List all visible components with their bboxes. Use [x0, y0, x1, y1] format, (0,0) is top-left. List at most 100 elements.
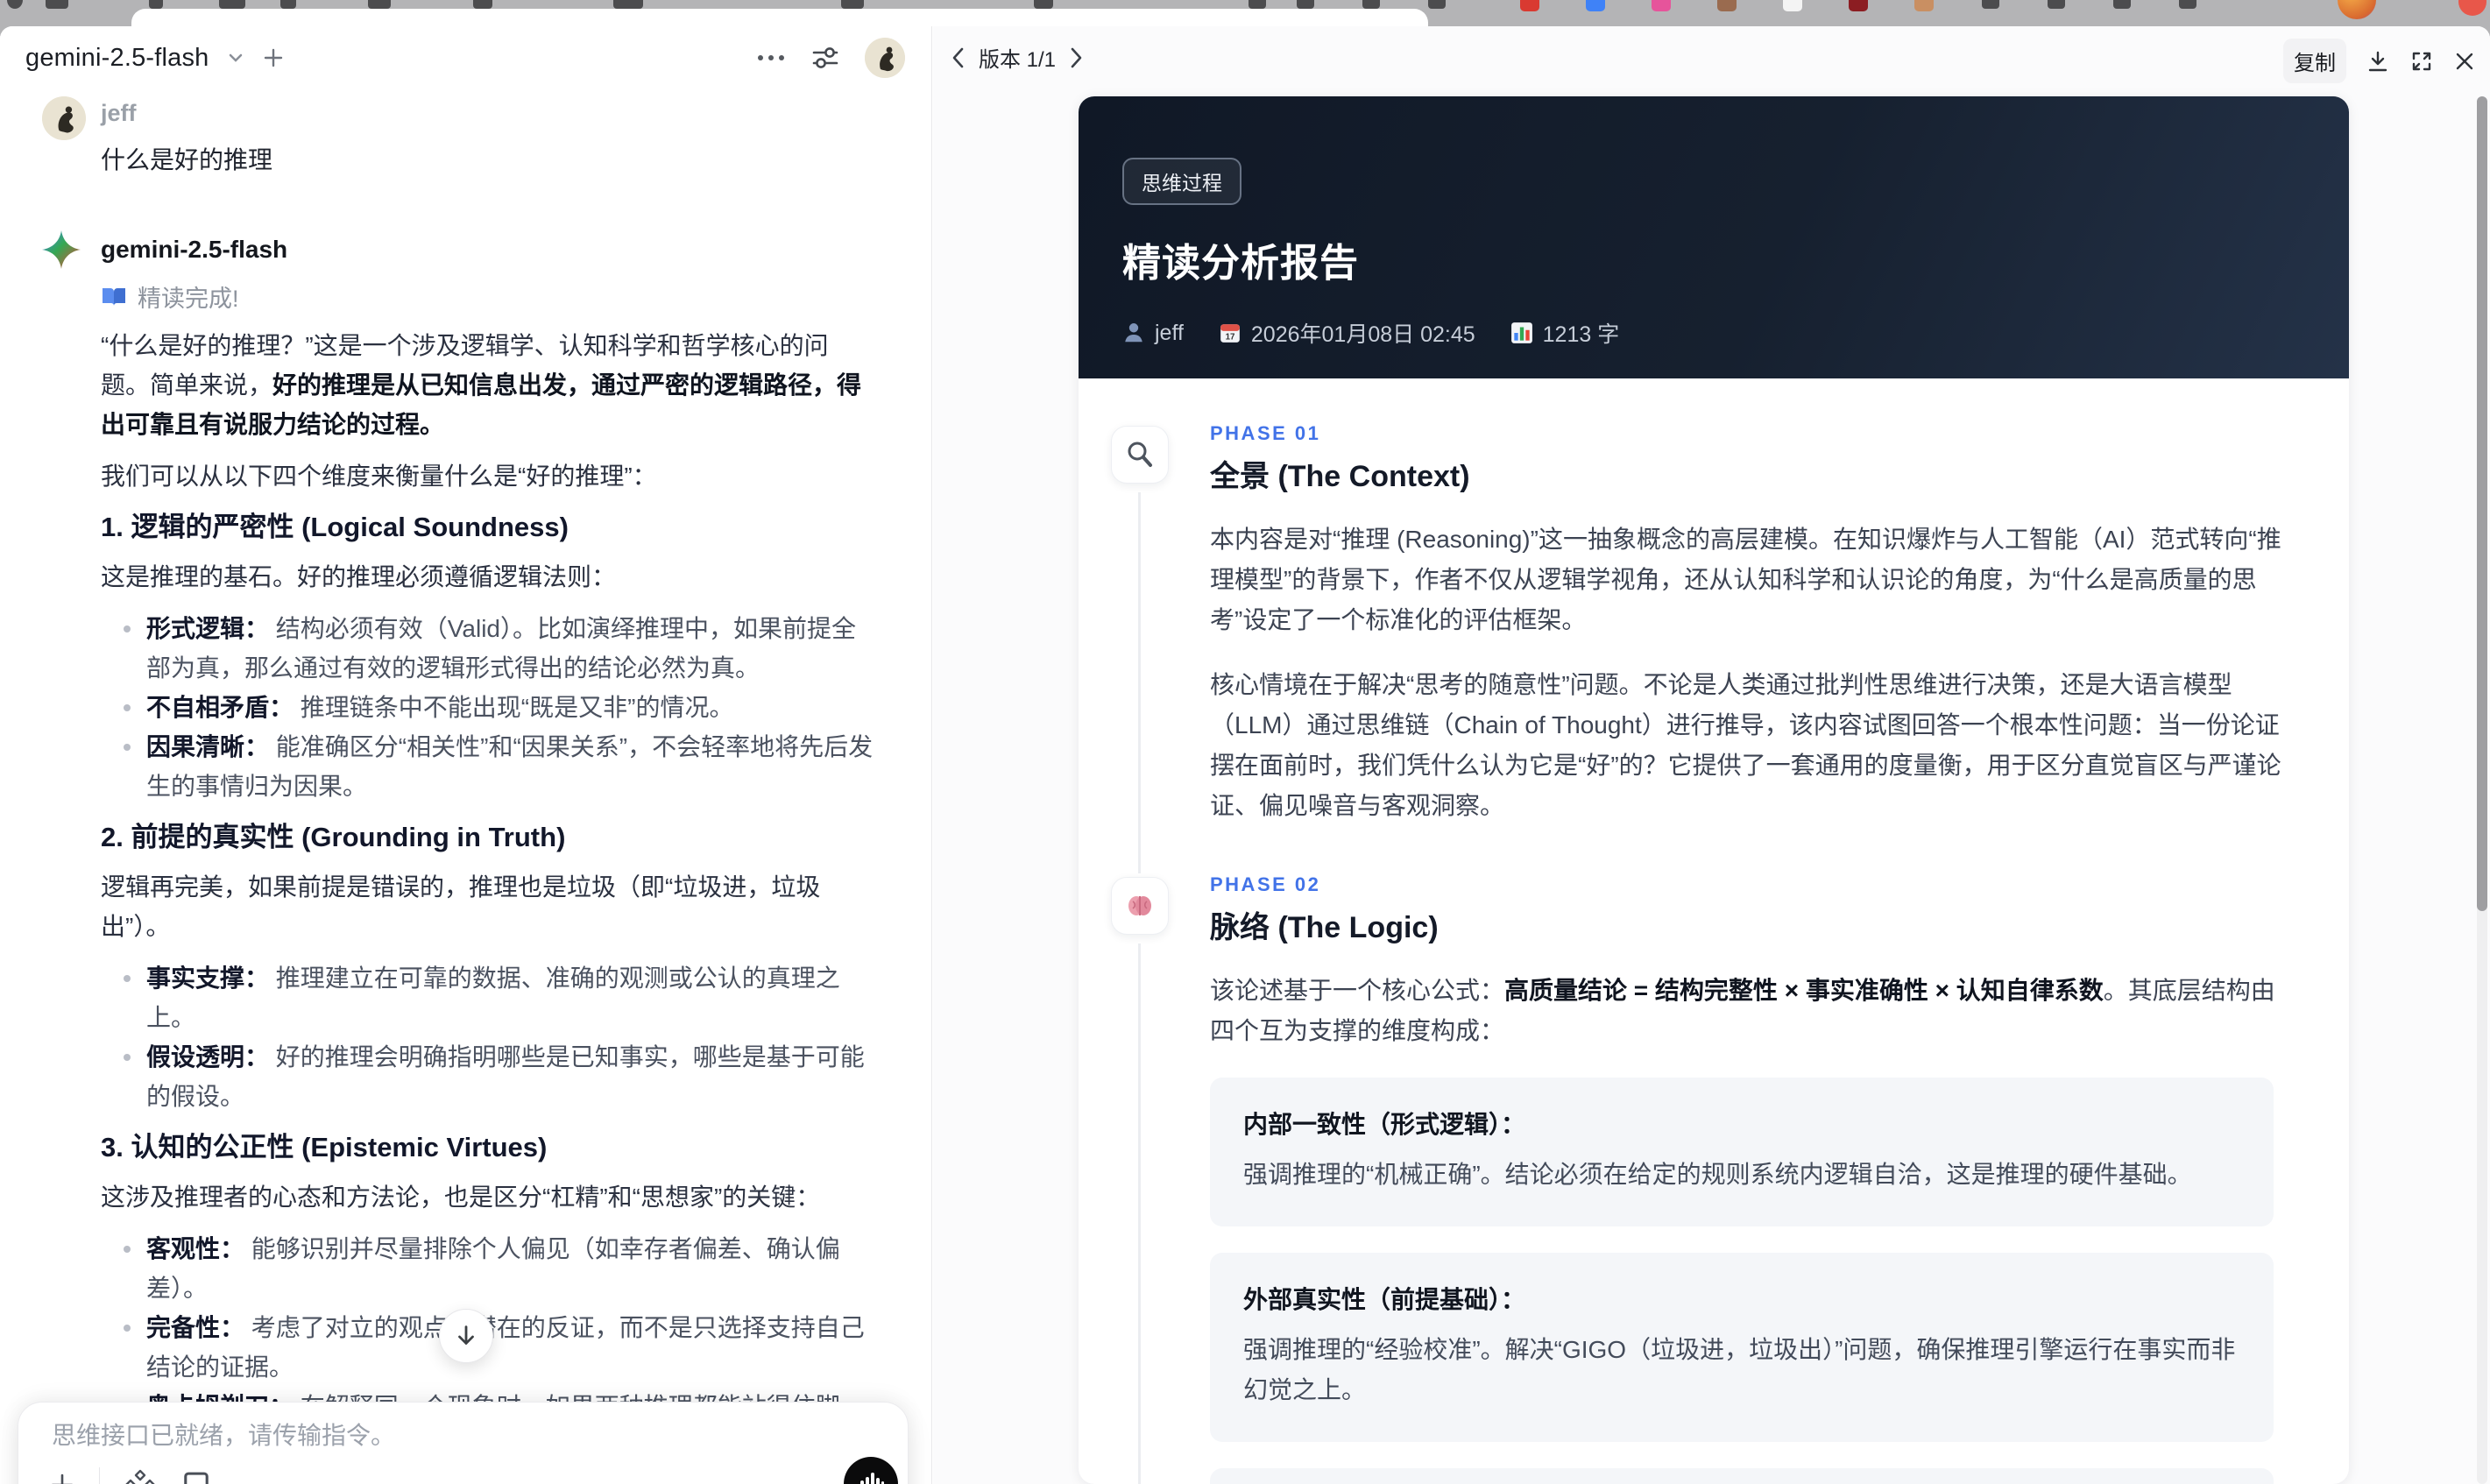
status-icon-brown — [1717, 0, 1737, 11]
dimension-card-body: 强调推理的“经验校准”。解决“GIGO（垃圾进，垃圾出）”问题，确保推理引擎运行… — [1243, 1336, 2236, 1403]
phase-section-02: PHASE 02 脉络 (The Logic) 该论述基于一个核心公式：高质量结… — [1111, 873, 2314, 1484]
list-item: 客观性： 能够识别并尽量排除个人偏见（如幸存者偏差、确认偏差）。 — [101, 1229, 877, 1308]
assistant-status: 精读完成! — [101, 279, 881, 314]
spark-diamonds-icon[interactable] — [123, 1467, 158, 1484]
status-icon-blue — [1586, 0, 1605, 11]
new-chat-button[interactable] — [262, 46, 285, 69]
menubar-glyph — [841, 0, 864, 9]
conversation-title[interactable]: gemini-2.5-flash — [25, 44, 209, 73]
bookmark-icon[interactable] — [180, 1469, 212, 1484]
phase-title: 全景 (The Context) — [1210, 460, 1470, 493]
phase-paragraph: 本内容是对“推理 (Reasoning)”这一抽象概念的高层建模。在知识爆炸与人… — [1210, 526, 2281, 633]
word-count-meta: 1213 字 — [1510, 317, 1619, 349]
attach-plus-button[interactable] — [48, 1471, 76, 1484]
chat-header: gemini-2.5-flash — [0, 26, 931, 89]
menubar-glyph — [1034, 0, 1053, 9]
report-badge: 思维过程 — [1122, 158, 1241, 205]
status-icon-darkred — [1849, 0, 1868, 11]
assistant-name: gemini-2.5-flash — [101, 236, 288, 263]
status-icon-red — [1520, 0, 1539, 11]
user-avatar — [42, 96, 86, 140]
date-meta: 17 2026年01月08日 02:45 — [1219, 317, 1475, 349]
scroll-to-bottom-button[interactable] — [439, 1309, 493, 1363]
paragraph: “什么是好的推理？”这是一个涉及逻辑学、认知科学和哲学核心的问题。简单来说，好的… — [101, 332, 862, 438]
status-icon-tan — [1914, 0, 1934, 11]
status-icon — [2048, 0, 2065, 9]
next-version-button[interactable] — [1068, 46, 1084, 69]
phase-label: PHASE 02 — [1210, 873, 1321, 895]
expand-fullscreen-icon[interactable] — [2409, 49, 2434, 74]
bullet-list: 形式逻辑： 结构必须有效（Valid）。比如演绎推理中，如果前提全部为真，那么通… — [101, 609, 877, 806]
report-meta: jeff 17 2026年01月08日 02:45 1213 字 — [1122, 317, 2305, 349]
list-item: 因果清晰： 能准确区分“相关性”和“因果关系”，不会轻率地将先后发生的事情归为因… — [101, 727, 877, 806]
status-icon — [1297, 0, 1314, 9]
report-body: PHASE 01 全景 (The Context) 本内容是对“推理 (Reas… — [1079, 378, 2349, 1484]
copy-button[interactable]: 复制 — [2283, 39, 2346, 83]
dimension-card-body: 强调推理的“机械正确”。结论必须在给定的规则系统内逻辑自洽，这是推理的硬件基础。 — [1243, 1161, 2192, 1188]
paragraph: 我们可以从以下四个维度来衡量什么是“好的推理”： — [101, 463, 657, 490]
artifact-panel: 版本 1/1 复制 思维过程 精读分析报告 jeff 17 2026年01月08… — [933, 26, 2490, 1484]
phase-label: PHASE 01 — [1210, 422, 1321, 444]
report-header: 思维过程 精读分析报告 jeff 17 2026年01月08日 02:45 12… — [1079, 96, 2349, 378]
section-intro: 逻辑再完美，如果前提是错误的，推理也是垃圾（即“垃圾进，垃圾出”）。 — [101, 873, 821, 940]
gemini-star-icon — [42, 230, 81, 269]
section-heading: 1. 逻辑的严密性 (Logical Soundness) — [101, 512, 569, 542]
book-icon — [101, 286, 127, 308]
chat-panel: gemini-2.5-flash jeff 什么是好的推理 gemini-2.5… — [0, 26, 932, 1484]
voice-input-button[interactable] — [844, 1457, 898, 1484]
menubar-glyph — [368, 0, 391, 9]
section-heading: 2. 前提的真实性 (Grounding in Truth) — [101, 822, 566, 852]
phase-paragraph: 该论述基于一个核心公式：高质量结论 = 结构完整性 × 事实准确性 × 认知自律… — [1210, 977, 2275, 1044]
phase-paragraph: 核心情境在于解决“思考的随意性”问题。不论是人类通过批判性思维进行决策，还是大语… — [1210, 671, 2281, 819]
menubar-glyph — [280, 0, 296, 9]
report-title: 精读分析报告 — [1122, 242, 1359, 285]
brain-icon — [1111, 877, 1169, 935]
phase-section-01: PHASE 01 全景 (The Context) 本内容是对“推理 (Reas… — [1111, 422, 2314, 873]
app-window: gemini-2.5-flash jeff 什么是好的推理 gemini-2.5… — [0, 26, 2490, 1484]
menubar-glyph — [149, 0, 163, 9]
user-message-text: 什么是好的推理 — [101, 146, 273, 173]
tune-settings-icon[interactable] — [810, 43, 840, 73]
phase-title: 脉络 (The Logic) — [1210, 911, 1439, 944]
status-icon-pink — [1652, 0, 1671, 11]
status-icon — [1362, 0, 1380, 9]
section-intro: 这是推理的基石。好的推理必须遵循逻辑法则： — [101, 563, 617, 590]
list-item: 假设透明： 好的推理会明确指明哪些是已知事实，哪些是基于可能的假设。 — [101, 1037, 877, 1116]
menubar-glyph — [473, 0, 492, 9]
status-icon — [1428, 0, 1446, 9]
person-icon — [1125, 323, 1142, 343]
scrollbar-thumb[interactable] — [2477, 96, 2487, 911]
assistant-message: gemini-2.5-flash 精读完成! “什么是好的推理？”这是一个涉及逻… — [42, 230, 881, 1484]
status-icon — [2113, 0, 2131, 9]
menubar-glyph — [219, 0, 245, 9]
user-message: jeff 什么是好的推理 — [42, 96, 881, 176]
message-composer[interactable] — [18, 1402, 909, 1484]
window-titlebar — [131, 9, 1428, 26]
timeline-connector — [1138, 492, 1141, 873]
chevron-down-icon[interactable] — [225, 47, 246, 68]
dimension-card: 内部一致性（形式逻辑）： 强调推理的“机械正确”。结论必须在给定的规则系统内逻辑… — [1210, 1078, 2274, 1226]
user-name: jeff — [101, 100, 137, 126]
close-icon[interactable] — [2453, 50, 2476, 73]
status-icon — [1982, 0, 1999, 9]
list-item: 不自相矛盾： 推理链条中不能出现“既是又非”的情况。 — [101, 688, 877, 727]
magnifier-icon — [1111, 426, 1169, 484]
menubar-glyph — [7, 0, 23, 9]
dimension-card: 外部真实性（前提基础）： 强调推理的“经验校准”。解决“GIGO（垃圾进，垃圾出… — [1210, 1253, 2274, 1442]
user-avatar[interactable] — [865, 38, 905, 78]
more-options-icon[interactable] — [756, 53, 786, 62]
message-input[interactable] — [52, 1422, 770, 1450]
artifact-toolbar: 版本 1/1 复制 — [933, 26, 2490, 89]
svg-text:17: 17 — [1225, 333, 1234, 343]
calendar-icon: 17 — [1220, 324, 1240, 343]
dimension-card-title: 外部真实性（前提基础）： — [1243, 1286, 1526, 1313]
previous-version-button[interactable] — [951, 46, 966, 69]
artifact-document[interactable]: 思维过程 精读分析报告 jeff 17 2026年01月08日 02:45 12… — [1079, 96, 2349, 1484]
assistant-status-text: 精读完成! — [138, 286, 239, 312]
status-icon — [1249, 0, 1266, 9]
chat-scroll-area[interactable]: jeff 什么是好的推理 gemini-2.5-flash 精读完成! “什么是… — [0, 84, 931, 1484]
download-icon[interactable] — [2366, 49, 2390, 74]
section-intro: 这涉及推理者的心态和方法论，也是区分“杠精”和“思想家”的关键： — [101, 1184, 821, 1211]
bullet-list: 事实支撑： 推理建立在可靠的数据、准确的观测或公认的真理之上。 假设透明： 好的… — [101, 958, 877, 1116]
version-label: 版本 1/1 — [979, 48, 1057, 72]
